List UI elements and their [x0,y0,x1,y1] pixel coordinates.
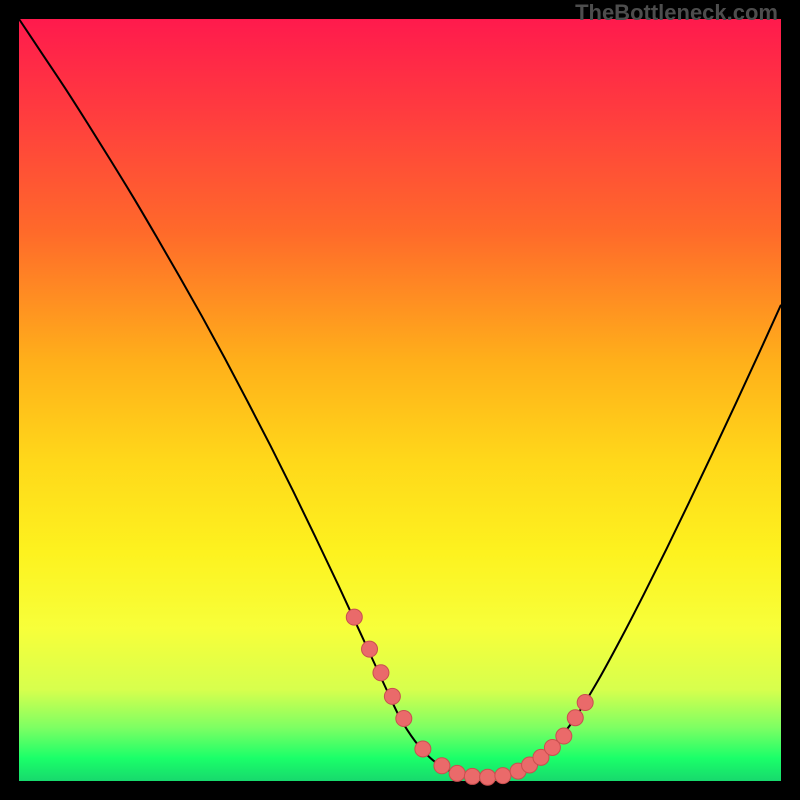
chart-frame: { "layout": { "plot": { "left": 19, "top… [0,0,800,800]
plot-area [19,19,781,781]
watermark-text: TheBottleneck.com [575,0,778,26]
